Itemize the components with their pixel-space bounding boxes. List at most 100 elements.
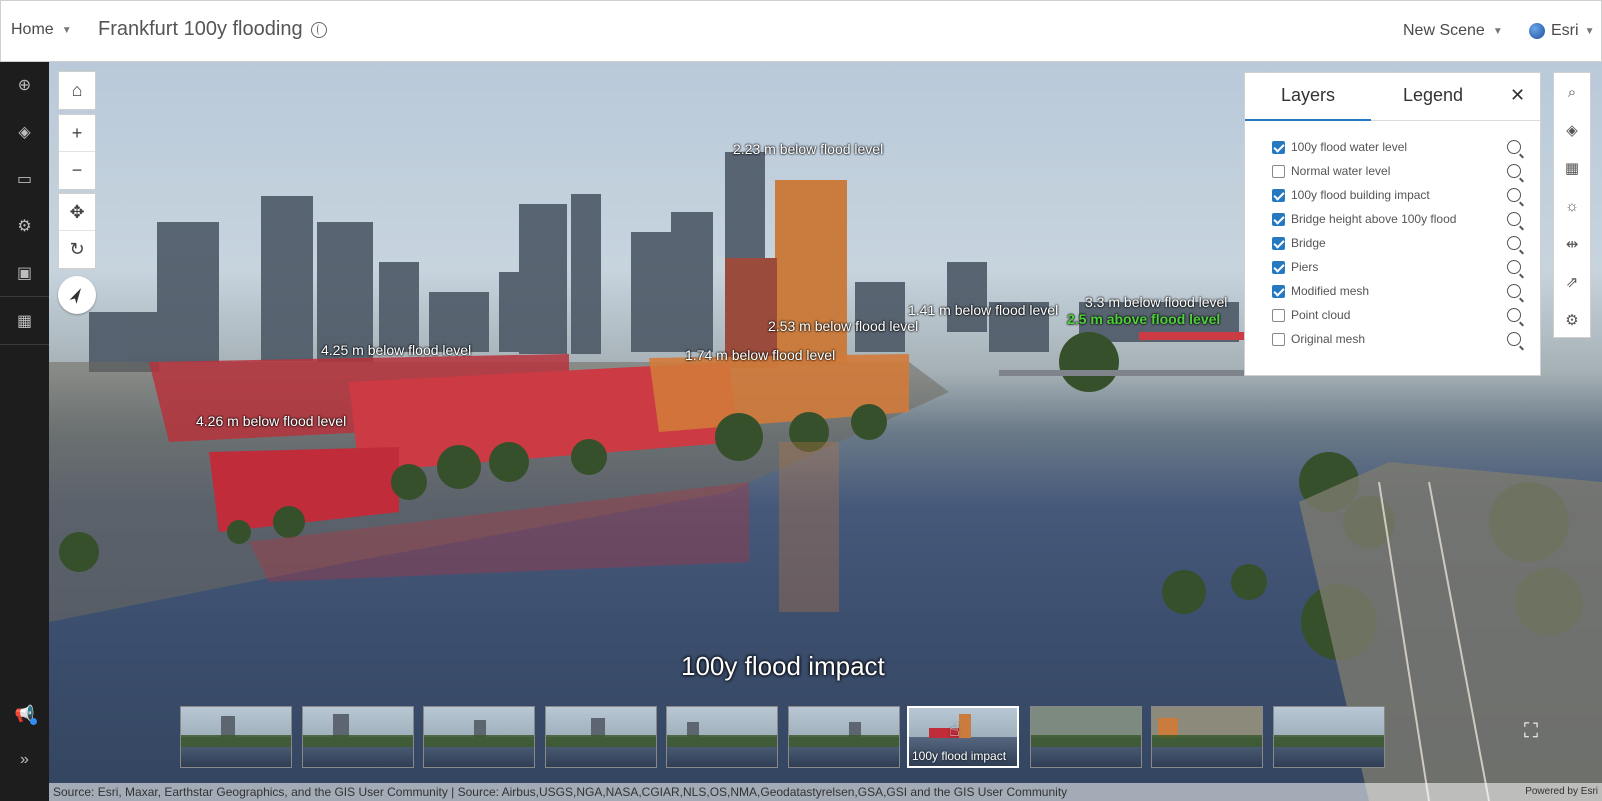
layer-row[interactable]: Normal water level xyxy=(1245,159,1540,183)
slide-thumbnail[interactable] xyxy=(1030,706,1142,768)
compass-icon[interactable] xyxy=(58,276,96,314)
sidebar-divider xyxy=(0,344,49,345)
zoom-to-layer-icon[interactable] xyxy=(1507,236,1521,250)
rotate-icon[interactable]: ↻ xyxy=(59,231,95,268)
active-tab-indicator xyxy=(1245,119,1371,121)
slide-thumbnail[interactable] xyxy=(545,706,657,768)
layer-row[interactable]: Original mesh xyxy=(1245,327,1540,351)
attribution-text: Source: Esri, Maxar, Earthstar Geographi… xyxy=(53,785,1068,799)
slide-thumbnail[interactable] xyxy=(1151,706,1263,768)
slide-thumbnail[interactable] xyxy=(788,706,900,768)
flood-label: 2.23 m below flood level xyxy=(733,141,884,157)
home-control[interactable]: ⌂ xyxy=(58,71,96,110)
layer-visibility-checkbox[interactable] xyxy=(1272,236,1285,250)
settings-gear-icon[interactable]: ⚙ xyxy=(0,203,49,249)
home-menu[interactable]: Home ▼ xyxy=(11,21,72,39)
layer-name: Point cloud xyxy=(1291,308,1351,322)
layer-row[interactable]: Modified mesh xyxy=(1245,279,1540,303)
sidebar-divider xyxy=(0,296,49,297)
layer-visibility-checkbox[interactable] xyxy=(1272,140,1285,154)
slide-thumbnail[interactable] xyxy=(302,706,414,768)
layer-row[interactable]: 100y flood water level xyxy=(1245,135,1540,159)
layer-name: Bridge xyxy=(1291,236,1326,250)
fullscreen-icon[interactable]: ⛶ xyxy=(1524,720,1552,748)
presentation-icon[interactable]: ▭ xyxy=(0,156,49,202)
hand-cursor-icon: ☝ xyxy=(949,720,960,740)
flood-label: 1.41 m below flood level xyxy=(908,302,1059,318)
flood-label: 2.53 m below flood level xyxy=(768,318,919,334)
layer-name: Original mesh xyxy=(1291,332,1366,346)
slide-thumbnail-active[interactable]: ☝ 100y flood impact xyxy=(907,706,1019,768)
layer-row[interactable]: 100y flood building impact xyxy=(1245,183,1540,207)
daylight-sun-icon[interactable]: ☼ xyxy=(1554,187,1590,225)
notification-dot xyxy=(30,718,37,725)
chevron-down-icon: ▼ xyxy=(1492,25,1503,37)
zoom-to-layer-icon[interactable] xyxy=(1507,164,1521,178)
tab-layers[interactable]: Layers xyxy=(1281,85,1335,106)
layer-row[interactable]: Point cloud xyxy=(1245,303,1540,327)
flood-label: 3.3 m below flood level xyxy=(1085,294,1228,310)
home-icon[interactable]: ⌂ xyxy=(59,72,95,109)
search-icon[interactable]: ⌕ xyxy=(1554,73,1590,111)
basemap-gallery-icon[interactable]: ▦ xyxy=(1554,149,1590,187)
home-label: Home xyxy=(11,21,54,38)
measure-icon[interactable]: ⇹ xyxy=(1554,225,1590,263)
layer-visibility-checkbox[interactable] xyxy=(1272,212,1285,226)
save-icon[interactable]: ▣ xyxy=(0,250,49,296)
expand-sidebar-icon[interactable]: » xyxy=(0,737,49,783)
zoom-in-button[interactable]: + xyxy=(59,115,95,152)
slide-title: 100y flood impact xyxy=(681,651,885,681)
flood-label: 4.26 m below flood level xyxy=(196,413,347,429)
layer-visibility-checkbox[interactable] xyxy=(1272,284,1285,298)
layers-icon[interactable]: ◈ xyxy=(1554,111,1590,149)
zoom-to-layer-icon[interactable] xyxy=(1507,260,1521,274)
layer-row[interactable]: Piers xyxy=(1245,255,1540,279)
attribution-bar: Source: Esri, Maxar, Earthstar Geographi… xyxy=(49,783,1602,801)
layer-visibility-checkbox[interactable] xyxy=(1272,188,1285,202)
slide-strip: ☝ 100y flood impact xyxy=(180,706,1390,768)
zoom-to-layer-icon[interactable] xyxy=(1507,212,1521,226)
layer-visibility-checkbox[interactable] xyxy=(1272,332,1285,346)
layer-list: 100y flood water level Normal water level… xyxy=(1245,135,1540,351)
left-sidebar: ⊕ ◈ ▭ ⚙ ▣ ▦ 📢 » xyxy=(0,62,49,801)
new-scene-label: New Scene xyxy=(1403,22,1485,39)
settings-gears-icon[interactable]: ⚙ xyxy=(1554,301,1590,339)
zoom-out-button[interactable]: − xyxy=(59,152,95,189)
layer-name: Normal water level xyxy=(1291,164,1391,178)
public-globe-icon[interactable] xyxy=(310,21,327,38)
powered-by-esri[interactable]: Powered by Esri xyxy=(1525,783,1598,801)
notifications-megaphone-icon[interactable]: 📢 xyxy=(0,691,49,737)
zoom-to-layer-icon[interactable] xyxy=(1507,308,1521,322)
layer-row[interactable]: Bridge height above 100y flood xyxy=(1245,207,1540,231)
chevron-down-icon: ▼ xyxy=(1584,25,1595,37)
slide-caption: 100y flood impact xyxy=(912,749,1007,763)
layer-visibility-checkbox[interactable] xyxy=(1272,308,1285,322)
close-icon[interactable]: ✕ xyxy=(1510,85,1525,106)
tab-legend[interactable]: Legend xyxy=(1403,85,1463,106)
pan-icon[interactable]: ✥ xyxy=(59,194,95,231)
zoom-control: + − xyxy=(58,114,96,190)
new-scene-menu[interactable]: New Scene ▼ xyxy=(1403,22,1503,40)
layer-row[interactable]: Bridge xyxy=(1245,231,1540,255)
scene-title-text: Frankfurt 100y flooding xyxy=(98,18,303,40)
user-menu[interactable]: Esri ▼ xyxy=(1529,22,1594,40)
slide-thumbnail[interactable] xyxy=(666,706,778,768)
zoom-to-layer-icon[interactable] xyxy=(1507,332,1521,346)
slide-thumbnail[interactable] xyxy=(423,706,535,768)
user-label: Esri xyxy=(1551,22,1579,39)
add-layer-icon[interactable]: ⊕ xyxy=(0,62,49,108)
layer-name: 100y flood building impact xyxy=(1291,188,1430,202)
zoom-to-layer-icon[interactable] xyxy=(1507,188,1521,202)
share-export-icon[interactable]: ⇗ xyxy=(1554,263,1590,301)
layer-visibility-checkbox[interactable] xyxy=(1272,260,1285,274)
slide-thumbnail[interactable] xyxy=(180,706,292,768)
apps-grid-icon[interactable]: ▦ xyxy=(0,298,49,344)
zoom-to-layer-icon[interactable] xyxy=(1507,140,1521,154)
layers-icon[interactable]: ◈ xyxy=(0,109,49,155)
zoom-to-layer-icon[interactable] xyxy=(1507,284,1521,298)
layer-visibility-checkbox[interactable] xyxy=(1272,164,1285,178)
layer-name: 100y flood water level xyxy=(1291,140,1408,154)
layer-name: Piers xyxy=(1291,260,1319,274)
slide-thumbnail[interactable] xyxy=(1273,706,1385,768)
app-header: Home ▼ Frankfurt 100y flooding New Scene… xyxy=(0,0,1602,62)
